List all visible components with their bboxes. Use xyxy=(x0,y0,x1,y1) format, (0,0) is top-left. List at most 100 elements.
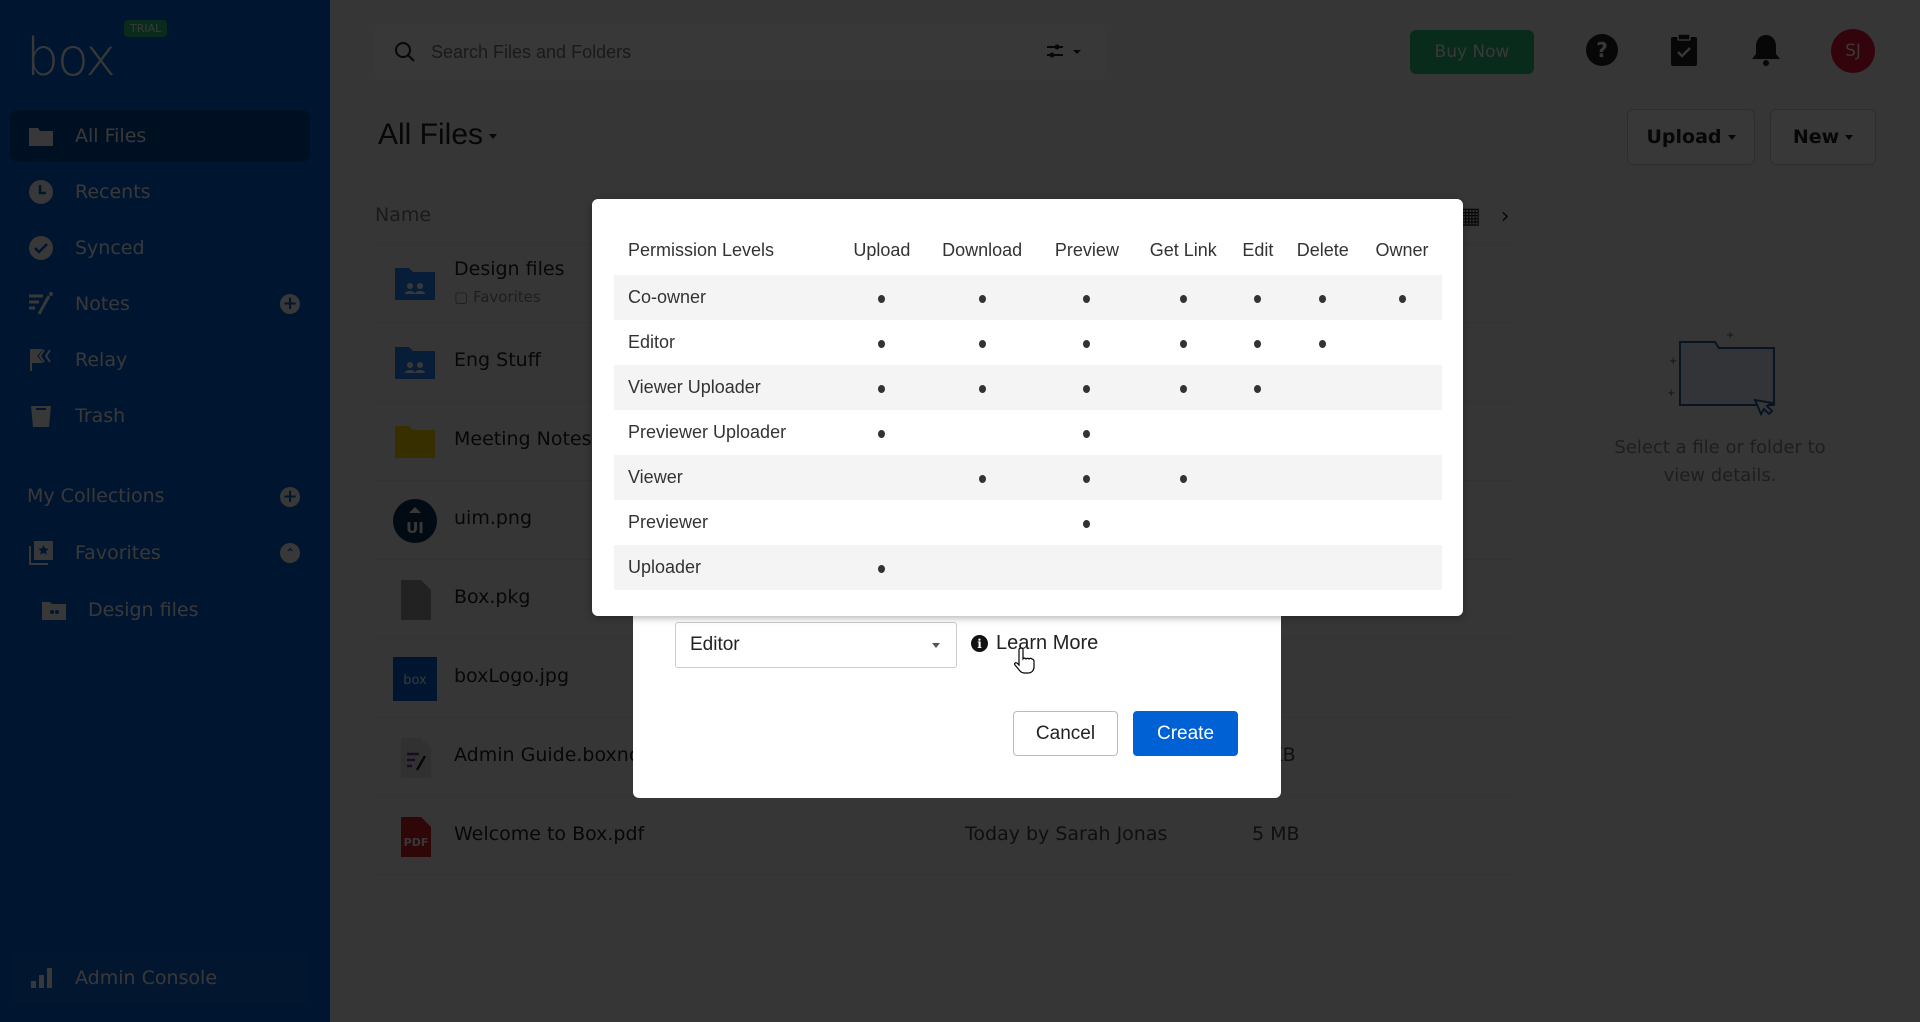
permission-cell xyxy=(924,275,1039,320)
column-header: Upload xyxy=(853,239,911,260)
permission-granted-dot-icon xyxy=(978,340,986,348)
permission-granted-dot-icon xyxy=(1179,295,1187,303)
permission-cell xyxy=(924,545,1039,590)
permission-cell xyxy=(1134,320,1232,365)
permission-cell xyxy=(1232,545,1283,590)
permission-granted-dot-icon xyxy=(1254,295,1262,303)
column-header: Get Link xyxy=(1149,239,1217,260)
permission-cell xyxy=(1362,365,1442,410)
permission-granted-dot-icon xyxy=(878,340,886,348)
permission-cell xyxy=(1362,500,1442,545)
permission-granted-dot-icon xyxy=(878,430,886,438)
permission-cell xyxy=(924,410,1039,455)
permission-cell xyxy=(839,365,924,410)
permission-level-name: Previewer Uploader xyxy=(628,422,787,442)
table-row: Uploader xyxy=(614,545,1442,590)
permission-granted-dot-icon xyxy=(1179,385,1187,393)
permission-level-name: Viewer xyxy=(628,467,683,487)
permission-level-name: Viewer Uploader xyxy=(628,377,761,397)
permission-cell xyxy=(1362,320,1442,365)
permission-cell xyxy=(839,500,924,545)
permission-cell xyxy=(1362,410,1442,455)
table-row: Co-owner xyxy=(614,275,1442,320)
permission-cell xyxy=(839,455,924,500)
permission-granted-dot-icon xyxy=(978,475,986,483)
permission-level-name: Co-owner xyxy=(628,287,707,307)
permission-cell xyxy=(1040,410,1134,455)
permission-cell xyxy=(1232,275,1283,320)
permission-granted-dot-icon xyxy=(1398,295,1406,303)
table-row: Viewer Uploader xyxy=(614,365,1442,410)
permission-granted-dot-icon xyxy=(878,295,886,303)
permission-cell xyxy=(1040,365,1134,410)
permission-granted-dot-icon xyxy=(1319,295,1327,303)
permission-levels-popover: Permission Levels Upload Download Preview Ge… xyxy=(592,199,1463,616)
permission-cell xyxy=(1232,410,1283,455)
permission-granted-dot-icon xyxy=(978,385,986,393)
table-header-row: Permission Levels Upload Download Preview Ge… xyxy=(614,225,1442,275)
permission-cell xyxy=(1134,365,1232,410)
column-header: Delete xyxy=(1296,239,1349,260)
permission-cell xyxy=(1283,320,1362,365)
create-dialog: Editor i Learn More Cancel Create xyxy=(633,590,1281,798)
permission-granted-dot-icon xyxy=(1179,340,1187,348)
permission-granted-dot-icon xyxy=(978,295,986,303)
column-header: Preview xyxy=(1054,239,1119,260)
permission-level-name: Editor xyxy=(628,332,676,352)
permission-cell xyxy=(1040,320,1134,365)
permission-cell xyxy=(1283,410,1362,455)
permission-granted-dot-icon xyxy=(878,385,886,393)
permission-cell xyxy=(924,500,1039,545)
column-header: Download xyxy=(942,239,1023,260)
permission-cell xyxy=(1134,275,1232,320)
learn-more-label: Learn More xyxy=(996,632,1099,654)
permission-cell xyxy=(1283,275,1362,320)
column-header: Edit xyxy=(1242,239,1274,260)
column-header: Permission Levels xyxy=(628,239,775,260)
permission-cell xyxy=(1283,500,1362,545)
table-row: Previewer Uploader xyxy=(614,410,1442,455)
column-header: Owner xyxy=(1375,239,1429,260)
create-button[interactable]: Create xyxy=(1133,711,1238,756)
permission-level-name: Uploader xyxy=(628,557,702,577)
permission-cell xyxy=(1040,500,1134,545)
permission-cell xyxy=(1362,545,1442,590)
permission-level-value: Editor xyxy=(690,634,740,655)
permission-level-select[interactable]: Editor xyxy=(675,622,957,668)
permission-granted-dot-icon xyxy=(1083,475,1091,483)
permission-level-name: Previewer xyxy=(628,512,709,532)
permission-cell xyxy=(1134,410,1232,455)
permission-granted-dot-icon xyxy=(1083,295,1091,303)
permission-cell xyxy=(1283,545,1362,590)
permission-cell xyxy=(924,455,1039,500)
permission-granted-dot-icon xyxy=(1254,340,1262,348)
permission-cell xyxy=(1232,500,1283,545)
permission-cell xyxy=(1134,545,1232,590)
permission-granted-dot-icon xyxy=(878,565,886,573)
permission-cell xyxy=(1283,365,1362,410)
table-row: Previewer xyxy=(614,500,1442,545)
cancel-button[interactable]: Cancel xyxy=(1013,711,1118,756)
permission-cell xyxy=(1040,455,1134,500)
permission-granted-dot-icon xyxy=(1083,520,1091,528)
permission-cell xyxy=(1232,365,1283,410)
permission-cell xyxy=(839,275,924,320)
hand-cursor-icon xyxy=(1014,647,1035,674)
permission-cell xyxy=(839,320,924,365)
permission-granted-dot-icon xyxy=(1254,385,1262,393)
table-row: Editor xyxy=(614,320,1442,365)
permission-cell xyxy=(1283,455,1362,500)
permission-granted-dot-icon xyxy=(1179,475,1187,483)
permission-levels-table: Permission Levels Upload Download Preview Ge… xyxy=(614,225,1442,590)
permission-cell xyxy=(1232,320,1283,365)
permission-cell xyxy=(924,365,1039,410)
permission-cell xyxy=(1232,455,1283,500)
permission-granted-dot-icon xyxy=(1083,385,1091,393)
permission-cell xyxy=(839,545,924,590)
permission-cell xyxy=(1040,275,1134,320)
permission-granted-dot-icon xyxy=(1083,340,1091,348)
permission-granted-dot-icon xyxy=(1319,340,1327,348)
permission-cell xyxy=(1134,500,1232,545)
permission-cell xyxy=(1040,545,1134,590)
table-row: Viewer xyxy=(614,455,1442,500)
